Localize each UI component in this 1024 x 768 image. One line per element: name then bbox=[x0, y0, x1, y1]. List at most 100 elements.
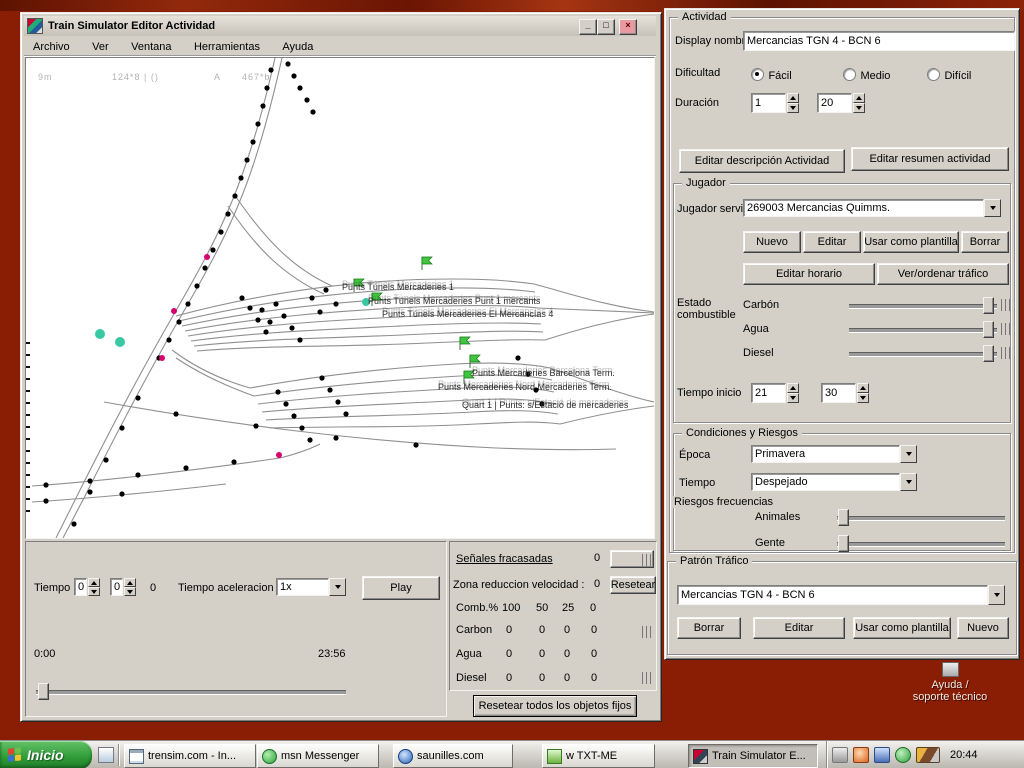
fuel-slider-label-diesel: Diesel bbox=[743, 347, 774, 359]
task-button-browser-2[interactable]: saunilles.com bbox=[393, 744, 513, 768]
patron-trafico-select[interactable]: Mercancias TGN 4 - BCN 6 bbox=[677, 585, 1005, 605]
agua-slider-ticks bbox=[1001, 323, 1010, 335]
comb-header-50: 50 bbox=[536, 602, 548, 614]
time-hours-spinner[interactable]: 0 bbox=[74, 578, 100, 596]
riesgo-gente-label: Gente bbox=[755, 537, 785, 549]
app-icon bbox=[27, 18, 43, 34]
radio-medio[interactable]: Medio bbox=[843, 66, 890, 84]
gente-slider-thumb[interactable] bbox=[838, 535, 849, 552]
tray-media-icon[interactable] bbox=[916, 747, 940, 763]
agua-slider-track[interactable] bbox=[849, 328, 997, 333]
tiempo-inicio-minutes-spinner[interactable]: 30 bbox=[821, 383, 869, 403]
animales-slider-thumb[interactable] bbox=[838, 509, 849, 526]
diesel-slider-thumb[interactable] bbox=[983, 345, 994, 362]
map-waypoint-label: Punts Túnels Mercaderies Punt 1 mercants bbox=[368, 296, 540, 306]
minimize-button[interactable]: _ bbox=[579, 19, 597, 35]
globe-icon bbox=[398, 749, 413, 764]
ver-ordenar-trafico-button[interactable]: Ver/ordenar tráfico bbox=[877, 263, 1009, 285]
start-button[interactable]: Inicio bbox=[0, 741, 92, 768]
track-nodes bbox=[43, 61, 544, 526]
nuevo-button[interactable]: Nuevo bbox=[743, 231, 801, 253]
panel-grip bbox=[642, 554, 651, 566]
menu-archivo[interactable]: Archivo bbox=[24, 39, 79, 56]
editar-horario-button[interactable]: Editar horario bbox=[743, 263, 875, 285]
display-nombre-input[interactable]: Mercancias TGN 4 - BCN 6 bbox=[743, 31, 1015, 51]
radio-dificil[interactable]: Difícil bbox=[927, 66, 971, 84]
patron-borrar-button[interactable]: Borrar bbox=[677, 617, 741, 639]
tray-network-icon[interactable] bbox=[874, 747, 890, 763]
duracion-minutes-spinner[interactable]: 20 bbox=[817, 93, 865, 113]
tiempo-clima-select[interactable]: Despejado bbox=[751, 473, 917, 491]
reset-all-objects-button[interactable]: Resetear todos los objetos fijos bbox=[473, 695, 637, 717]
windows-logo-icon bbox=[8, 747, 22, 762]
tiempo-inicio-label: Tiempo inicio bbox=[677, 387, 741, 399]
animales-slider-track[interactable] bbox=[837, 516, 1005, 521]
epoca-select[interactable]: Primavera bbox=[751, 445, 917, 463]
jugador-group-label: Jugador bbox=[682, 177, 730, 189]
fuel-cell: 0 bbox=[564, 648, 570, 660]
borrar-button[interactable]: Borrar bbox=[961, 231, 1009, 253]
task-button-browser-1[interactable]: trensim.com - In... bbox=[124, 744, 256, 768]
accel-select[interactable]: 1x bbox=[276, 578, 346, 596]
jugador-servicio-select[interactable]: 269003 Mercancias Quimms. bbox=[743, 199, 1001, 217]
time-seconds-value: 0 bbox=[150, 582, 156, 594]
radio-facil[interactable]: Fácil bbox=[751, 66, 792, 84]
carbon-slider-track[interactable] bbox=[849, 304, 997, 309]
patron-nuevo-button[interactable]: Nuevo bbox=[957, 617, 1009, 639]
patron-trafico-group: Patrón Tráfico bbox=[667, 561, 1017, 655]
menu-ayuda[interactable]: Ayuda bbox=[273, 39, 322, 56]
flag-markers[interactable] bbox=[354, 257, 480, 384]
document-icon bbox=[129, 749, 144, 764]
tiempo-inicio-hours-spinner[interactable]: 21 bbox=[751, 383, 799, 403]
task-button-messenger[interactable]: msn Messenger bbox=[257, 744, 379, 768]
fuel-cell: 0 bbox=[506, 648, 512, 660]
editar-resumen-button[interactable]: Editar resumen actividad bbox=[851, 147, 1009, 171]
carbon-slider-ticks bbox=[1001, 299, 1010, 311]
agua-slider-thumb[interactable] bbox=[983, 321, 994, 338]
menu-ventana[interactable]: Ventana bbox=[122, 39, 180, 56]
zona-reset-button[interactable]: Resetear bbox=[610, 576, 656, 594]
tray-messenger-icon[interactable] bbox=[895, 747, 911, 763]
desktop-icon-ayuda-soporte[interactable]: Ayuda / soporte técnico bbox=[880, 662, 1020, 703]
menu-herramientas[interactable]: Herramientas bbox=[185, 39, 269, 56]
patron-usar-plantilla-button[interactable]: Usar como plantilla bbox=[853, 617, 951, 639]
carbon-slider-thumb[interactable] bbox=[983, 297, 994, 314]
timeline-slider-track[interactable] bbox=[36, 690, 346, 695]
menu-ver[interactable]: Ver bbox=[83, 39, 118, 56]
tray-volume-icon[interactable] bbox=[832, 747, 848, 763]
panel-grip bbox=[642, 672, 651, 684]
senales-value: 0 bbox=[594, 552, 600, 564]
patron-editar-button[interactable]: Editar bbox=[753, 617, 845, 639]
diesel-slider-track[interactable] bbox=[849, 352, 997, 357]
play-button[interactable]: Play bbox=[362, 576, 440, 600]
duracion-hours-spinner[interactable]: 1 bbox=[751, 93, 799, 113]
timeline-slider-thumb[interactable] bbox=[38, 683, 49, 700]
gente-slider-track[interactable] bbox=[837, 542, 1005, 547]
fuel-row-label: Carbon bbox=[456, 624, 492, 636]
task-button-train-simulator[interactable]: Train Simulator E... bbox=[688, 744, 818, 768]
comb-header-0: 0 bbox=[590, 602, 596, 614]
maximize-button[interactable]: □ bbox=[597, 19, 615, 35]
editar-button[interactable]: Editar bbox=[803, 231, 861, 253]
help-icon bbox=[942, 662, 959, 677]
estado-combustible-label: Estado bbox=[677, 297, 711, 309]
usar-plantilla-button[interactable]: Usar como plantilla bbox=[863, 231, 959, 253]
tray-shield-icon[interactable] bbox=[853, 747, 869, 763]
comb-header-label: Comb.% bbox=[456, 602, 498, 614]
time-minutes-spinner[interactable]: 0 bbox=[110, 578, 136, 596]
editar-descripcion-button[interactable]: Editar descripción Actividad bbox=[679, 149, 845, 173]
quicklaunch-icon[interactable] bbox=[98, 747, 114, 763]
fuel-cell: 0 bbox=[564, 672, 570, 684]
fuel-cell: 0 bbox=[591, 648, 597, 660]
help-label-line2: soporte técnico bbox=[880, 691, 1020, 703]
playback-panel: Tiempo 0 0 0 Tiempo aceleracion 1x Play … bbox=[25, 541, 447, 717]
fuel-slider-label-carbon: Carbón bbox=[743, 299, 779, 311]
tray-clock[interactable]: 20:44 bbox=[950, 749, 978, 761]
close-button[interactable]: × bbox=[619, 19, 637, 35]
route-map-viewport[interactable]: 9m 124*8 | () A 467*b bbox=[25, 57, 655, 539]
diesel-slider-ticks bbox=[1001, 347, 1010, 359]
task-button-txt[interactable]: w TXT-ME bbox=[542, 744, 655, 768]
window-titlebar[interactable]: Train Simulator Editor Actividad _ □ × bbox=[24, 16, 656, 36]
senales-label: Señales fracasadas bbox=[456, 553, 553, 565]
fuel-cell: 0 bbox=[506, 624, 512, 636]
